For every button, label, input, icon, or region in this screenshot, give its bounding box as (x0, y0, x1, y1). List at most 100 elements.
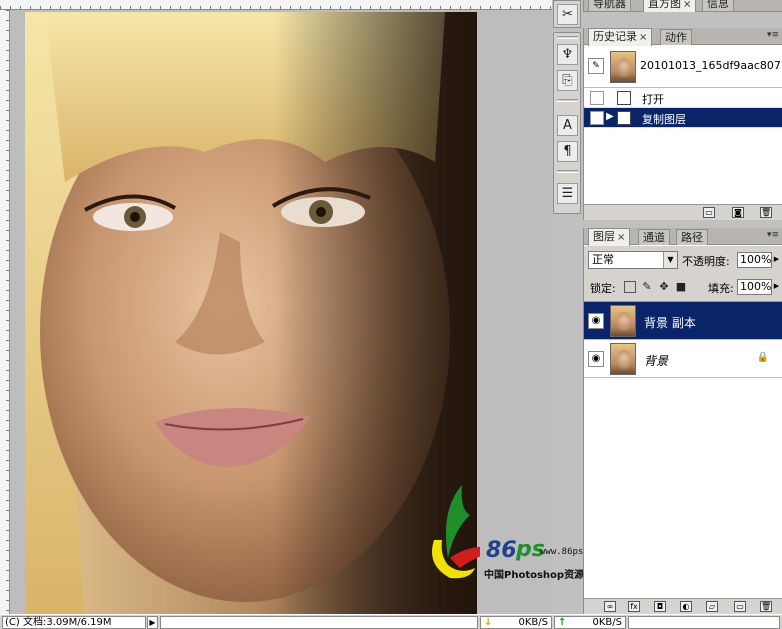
download-speed-value: 0KB/S (518, 617, 549, 628)
tab-label: 图层 (593, 230, 615, 243)
paragraph-icon[interactable]: ¶ (557, 141, 578, 162)
snapshot-thumbnail (610, 51, 636, 83)
upload-arrow-icon: ↑ (558, 617, 567, 628)
blend-mode-value: 正常 (592, 253, 614, 266)
layers-panel: 图层 × 通道 路径 ▾≡ 正常 ▼ 不透明度: 100% ▶ 锁定: ✎ ✥ ■… (583, 228, 782, 614)
tab-paths[interactable]: 路径 (676, 229, 708, 245)
history-state-slider-icon[interactable]: ▶ (606, 111, 614, 122)
status-blank-area (628, 616, 780, 629)
new-document-from-state-icon[interactable]: ▭ (703, 207, 715, 218)
history-footer: ▭ ◙ 🗑 (584, 204, 782, 220)
layer-thumbnail (610, 305, 636, 337)
tab-label: 导航器 (593, 0, 626, 10)
delete-layer-icon[interactable]: 🗑 (760, 601, 772, 612)
eye-icon[interactable]: ◉ (588, 313, 604, 329)
panel-dock-strip: ♆ ⎘ A ¶ ☰ (553, 32, 581, 214)
history-brush-source-checkbox[interactable] (590, 91, 604, 105)
tab-label: 路径 (681, 231, 703, 244)
document-image[interactable] (25, 12, 477, 614)
status-menu-arrow-icon[interactable]: ▶ (147, 616, 158, 629)
snapshot-name: 20101013_165df9aac807... (640, 59, 782, 72)
history-step-duplicate-layer[interactable]: ▶ 复制图层 (584, 108, 782, 128)
close-icon[interactable]: × (639, 32, 647, 43)
opacity-field[interactable]: 100% (737, 252, 772, 268)
layer-style-icon[interactable]: fx (628, 601, 640, 612)
lock-all-icon[interactable]: ■ (675, 281, 687, 293)
lock-image-pixels-icon[interactable]: ✎ (641, 281, 653, 293)
dock-grip[interactable] (557, 170, 578, 173)
layer-thumbnail (610, 343, 636, 375)
watermark-swoosh-icon (432, 485, 480, 579)
document-icon (617, 91, 631, 105)
fill-field[interactable]: 100% (737, 279, 772, 295)
download-speed: ↓ 0KB/S (480, 616, 552, 629)
lock-label: 锁定: (590, 282, 616, 295)
history-brush-source-icon[interactable]: ✎ (588, 58, 604, 74)
fill-label: 填充: (708, 282, 734, 295)
history-panel: 历史记录 × 动作 ▾≡ ✎ 20101013_165df9aac807... 打… (583, 28, 782, 220)
tab-label: 通道 (643, 231, 665, 244)
delete-state-icon[interactable]: 🗑 (760, 207, 772, 218)
tab-info[interactable]: 信息 (702, 0, 734, 11)
history-step-open[interactable]: 打开 (584, 88, 782, 108)
tab-channels[interactable]: 通道 (638, 229, 670, 245)
tools-icon[interactable]: ✂ (557, 4, 578, 25)
navigator-tabs: 导航器 直方图 × 信息 (584, 0, 782, 12)
history-step-label: 打开 (642, 93, 664, 106)
layer-controls: 正常 ▼ 不透明度: 100% ▶ 锁定: ✎ ✥ ■ 填充: 100% ▶ (584, 246, 782, 302)
status-scroll-track[interactable] (160, 616, 478, 629)
tab-label: 直方图 (648, 0, 681, 10)
character-icon[interactable]: A (557, 115, 578, 136)
watermark-subtitle: 中国Photoshop资源网 (484, 570, 595, 581)
chevron-down-icon: ▼ (663, 252, 677, 268)
tab-label: 信息 (707, 0, 729, 10)
history-brush-source-checkbox[interactable] (590, 111, 604, 125)
clone-stamp-icon[interactable]: ⎘ (557, 70, 578, 91)
layer-name: 背景 (644, 354, 669, 368)
new-group-icon[interactable]: ▱ (706, 601, 718, 612)
vertical-ruler[interactable] (0, 10, 10, 614)
panel-menu-icon[interactable]: ▾≡ (767, 230, 779, 240)
history-snapshot[interactable]: ✎ 20101013_165df9aac807... (584, 46, 782, 88)
eye-icon[interactable]: ◉ (588, 351, 604, 367)
document-size-info: (C) 文档:3.09M/6.19M (2, 616, 146, 629)
tab-actions[interactable]: 动作 (660, 29, 692, 45)
status-bar: (C) 文档:3.09M/6.19M ▶ ↓ 0KB/S ↑ 0KB/S (0, 614, 782, 629)
dock-grip[interactable] (557, 36, 578, 39)
layers-footer: ∞ fx ◘ ◐ ▱ ▭ 🗑 (584, 598, 782, 614)
tab-navigator[interactable]: 导航器 (588, 0, 631, 11)
panel-menu-icon[interactable]: ▾≡ (767, 30, 779, 40)
layer-comps-icon[interactable]: ☰ (557, 183, 578, 204)
lock-position-icon[interactable]: ✥ (658, 281, 670, 293)
lock-transparent-pixels-icon[interactable] (624, 281, 636, 293)
tool-presets-dock: ✂ (553, 0, 581, 28)
layer-mask-icon[interactable]: ◘ (654, 601, 666, 612)
new-layer-icon[interactable]: ▭ (734, 601, 746, 612)
watermark-brand-num: 86 (486, 538, 517, 563)
close-icon[interactable]: × (683, 0, 691, 10)
dock-grip[interactable] (557, 99, 578, 102)
brush-icon[interactable]: ♆ (557, 44, 578, 65)
fill-slider-icon[interactable]: ▶ (772, 279, 781, 295)
portrait-photo (25, 12, 477, 614)
download-arrow-icon: ↓ (484, 617, 493, 628)
navigator-panel: 导航器 直方图 × 信息 (583, 0, 782, 12)
tab-histogram[interactable]: 直方图 × (643, 0, 697, 12)
document-icon (617, 111, 631, 125)
adjustment-layer-icon[interactable]: ◐ (680, 601, 692, 612)
opacity-slider-icon[interactable]: ▶ (772, 252, 781, 268)
layer-background-copy[interactable]: ◉ 背景 副本 (584, 302, 782, 340)
history-tabs: 历史记录 × 动作 ▾≡ (584, 28, 782, 46)
layer-background[interactable]: ◉ 背景 🔒 (584, 340, 782, 378)
document-canvas-area[interactable]: 86 ps www.86ps.com 中国Photoshop资源网 (0, 0, 605, 614)
opacity-label: 不透明度: (682, 255, 730, 268)
horizontal-ruler[interactable] (0, 0, 552, 10)
history-step-label: 复制图层 (642, 113, 686, 126)
close-icon[interactable]: × (617, 232, 625, 243)
blend-mode-select[interactable]: 正常 ▼ (588, 251, 678, 269)
tab-layers[interactable]: 图层 × (588, 228, 631, 246)
create-snapshot-icon[interactable]: ◙ (732, 207, 744, 218)
link-layers-icon[interactable]: ∞ (604, 601, 616, 612)
tab-history[interactable]: 历史记录 × (588, 28, 653, 46)
tab-label: 动作 (665, 31, 687, 44)
